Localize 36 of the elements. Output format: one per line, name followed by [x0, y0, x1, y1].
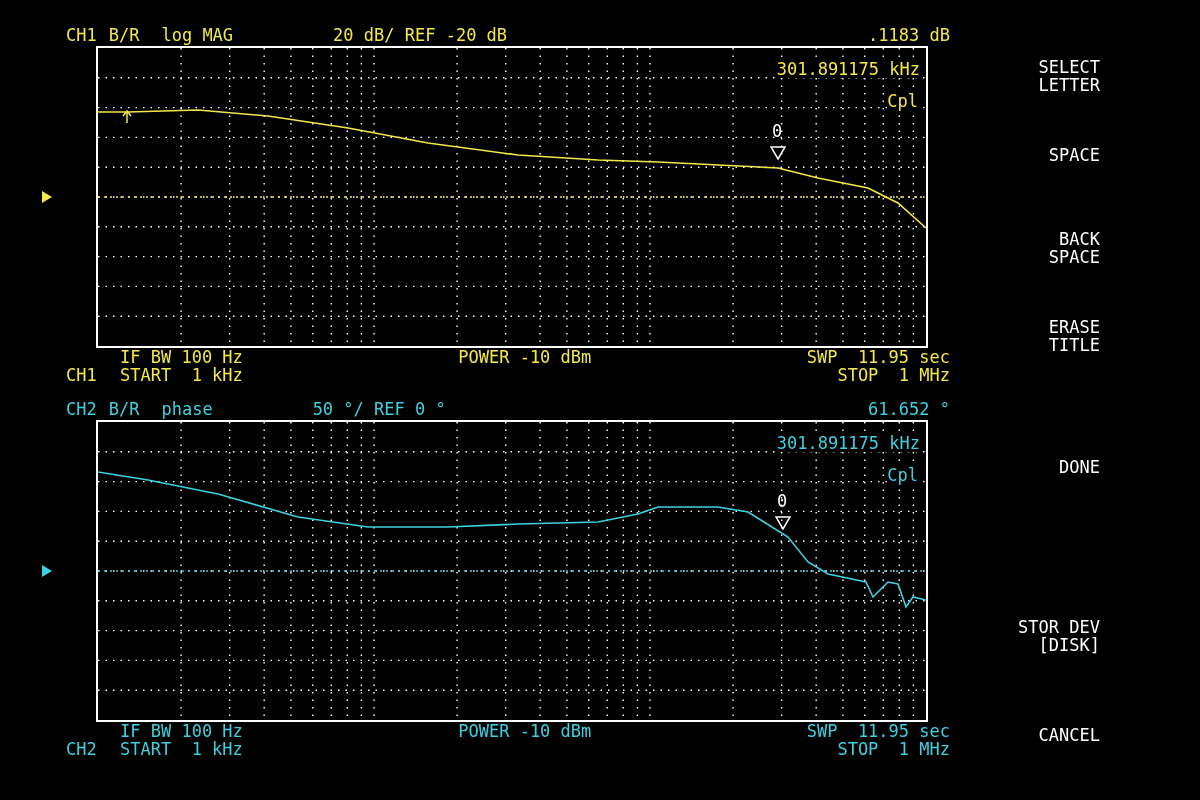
- scale-label: 20 dB/ REF -20 dB: [333, 26, 508, 44]
- power-level: POWER -10 dBm: [458, 722, 592, 740]
- softkey-label[interactable]: SELECT LETTER: [1038, 58, 1100, 94]
- sweep-time: SWP 11.95 sec: [806, 722, 950, 740]
- softkey-label[interactable]: CANCEL: [1038, 726, 1100, 744]
- channel-label: CH1: [66, 26, 97, 44]
- coupling-label: Cpl: [887, 466, 918, 484]
- format-label: log MAG: [161, 26, 234, 44]
- softkey-label[interactable]: ERASE TITLE: [1048, 318, 1100, 354]
- if-bandwidth: IF BW 100 Hz: [120, 348, 243, 366]
- softkey-label[interactable]: STOR DEV [DISK]: [1018, 618, 1100, 654]
- marker-number: 0: [772, 122, 783, 140]
- channel-label: CH1: [66, 366, 98, 384]
- softkey-label[interactable]: BACK SPACE: [1048, 230, 1100, 266]
- coupling-label: Cpl: [887, 92, 918, 110]
- marker-value: .1183 dB: [868, 26, 950, 44]
- format-label: phase: [161, 400, 213, 418]
- marker-value: 61.652 °: [868, 400, 950, 418]
- power-level: POWER -10 dBm: [458, 348, 592, 366]
- channel-label: CH2: [66, 740, 98, 758]
- marker-number: 0: [777, 492, 788, 510]
- marker-frequency: 301.891175 kHz: [776, 434, 920, 452]
- if-bandwidth: IF BW 100 Hz: [120, 722, 243, 740]
- start-frequency: START 1 kHz: [120, 366, 243, 384]
- sweep-time: SWP 11.95 sec: [806, 348, 950, 366]
- softkey-label[interactable]: SPACE: [1048, 146, 1100, 164]
- marker-frequency: 301.891175 kHz: [776, 60, 920, 78]
- up-arrow-icon: [122, 110, 132, 124]
- start-frequency: START 1 kHz: [120, 740, 243, 758]
- stop-frequency: STOP 1 MHz: [837, 740, 950, 758]
- measurement-label: B/R: [108, 400, 140, 418]
- stop-frequency: STOP 1 MHz: [837, 366, 950, 384]
- channel-label: CH2: [66, 400, 97, 418]
- measurement-label: B/R: [108, 26, 140, 44]
- softkey-label[interactable]: DONE: [1059, 458, 1100, 476]
- scale-label: 50 °/ REF 0 °: [312, 400, 446, 418]
